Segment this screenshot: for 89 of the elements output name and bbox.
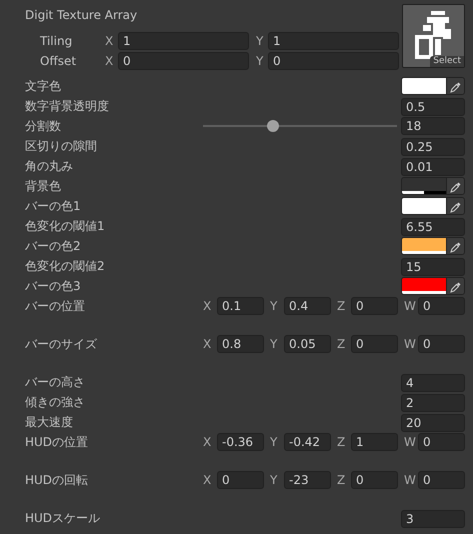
- axis-label: Y: [256, 33, 264, 50]
- color-field[interactable]: [401, 197, 465, 215]
- color-field[interactable]: [401, 177, 465, 195]
- axis-label: W: [404, 434, 417, 451]
- property-label: バーの色1: [25, 198, 81, 215]
- number-field[interactable]: 3: [401, 510, 465, 528]
- axis-label: X: [203, 472, 212, 489]
- row-label: Offset: [40, 53, 78, 70]
- axis-label: X: [203, 336, 212, 353]
- number-field[interactable]: 0.1: [217, 297, 264, 315]
- color-field[interactable]: [401, 237, 465, 255]
- number-field[interactable]: 1: [268, 32, 399, 50]
- property-label: 角の丸み: [25, 158, 73, 175]
- axis-label: X: [203, 298, 212, 315]
- number-field[interactable]: 0.25: [401, 138, 465, 156]
- color-field[interactable]: [401, 77, 465, 95]
- eyedropper-icon: [450, 242, 461, 252]
- axis-label: Y: [256, 53, 264, 70]
- axis-label: X: [203, 434, 212, 451]
- number-field[interactable]: 18: [401, 117, 465, 135]
- row-label: Tiling: [40, 33, 74, 50]
- axis-label: Z: [337, 298, 346, 315]
- number-field[interactable]: 0: [418, 471, 465, 489]
- axis-label: Y: [270, 298, 278, 315]
- color-field[interactable]: [401, 277, 465, 295]
- axis-label: Y: [270, 336, 278, 353]
- texture-label: Digit Texture Array: [25, 7, 138, 24]
- number-field[interactable]: 0: [418, 335, 465, 353]
- property-label: 文字色: [25, 78, 61, 95]
- property-label: 分割数: [25, 118, 61, 135]
- number-field[interactable]: 1: [351, 433, 398, 451]
- eyedropper-button[interactable]: [446, 178, 464, 194]
- axis-label: Z: [337, 434, 346, 451]
- slider-thumb[interactable]: [266, 120, 279, 132]
- number-field[interactable]: 0.01: [401, 158, 465, 176]
- property-label: 最大速度: [25, 414, 73, 431]
- property-label: 色変化の閾値1: [25, 218, 105, 235]
- number-field[interactable]: 0.8: [217, 335, 264, 353]
- number-field[interactable]: 0.4: [284, 297, 331, 315]
- axis-label: W: [404, 472, 417, 489]
- number-field[interactable]: 15: [401, 258, 465, 276]
- number-field[interactable]: 0: [351, 335, 398, 353]
- number-field[interactable]: 0: [418, 433, 465, 451]
- axis-label: X: [105, 33, 114, 50]
- axis-label: Z: [337, 472, 346, 489]
- number-field[interactable]: 1: [118, 32, 249, 50]
- property-label: 色変化の閾値2: [25, 258, 105, 275]
- eyedropper-button[interactable]: [446, 78, 464, 94]
- axis-label: W: [404, 298, 417, 315]
- property-label: 区切りの隙間: [25, 138, 97, 155]
- number-field[interactable]: 6.55: [401, 218, 465, 236]
- number-field[interactable]: -23: [284, 471, 331, 489]
- eyedropper-icon: [450, 202, 461, 212]
- axis-label: X: [105, 53, 114, 70]
- eyedropper-button[interactable]: [446, 198, 464, 214]
- number-field[interactable]: 0: [418, 297, 465, 315]
- number-field[interactable]: 2: [401, 394, 465, 412]
- axis-label: Y: [270, 434, 278, 451]
- property-label: バーの色3: [25, 278, 81, 295]
- eyedropper-button[interactable]: [446, 278, 464, 294]
- select-button[interactable]: Select: [430, 56, 464, 67]
- number-field[interactable]: 0: [268, 52, 399, 70]
- eyedropper-icon: [450, 82, 461, 92]
- number-field[interactable]: 0.05: [284, 335, 331, 353]
- eyedropper-icon: [450, 182, 461, 192]
- property-label: 数字背景透明度: [25, 98, 109, 115]
- number-field[interactable]: 0: [351, 471, 398, 489]
- property-label: 背景色: [25, 178, 61, 195]
- number-field[interactable]: 0: [217, 471, 264, 489]
- property-label: バーの色2: [25, 238, 81, 255]
- axis-label: Y: [270, 472, 278, 489]
- number-field[interactable]: -0.36: [217, 433, 264, 451]
- property-label: バーの高さ: [25, 374, 85, 391]
- number-field[interactable]: 0: [118, 52, 249, 70]
- number-field[interactable]: 4: [401, 374, 465, 392]
- number-field[interactable]: 0.5: [401, 98, 465, 116]
- property-label: 傾きの強さ: [25, 394, 85, 411]
- property-label: HUDスケール: [25, 510, 100, 527]
- number-field[interactable]: -0.42: [284, 433, 331, 451]
- axis-label: W: [404, 336, 417, 353]
- number-field[interactable]: 0: [351, 297, 398, 315]
- property-label: HUDの回転: [25, 472, 88, 489]
- property-label: バーの位置: [25, 298, 85, 315]
- eyedropper-icon: [450, 282, 461, 292]
- property-label: HUDの位置: [25, 434, 88, 451]
- property-label: バーのサイズ: [25, 336, 97, 353]
- eyedropper-button[interactable]: [446, 238, 464, 254]
- axis-label: Z: [337, 336, 346, 353]
- number-field[interactable]: 20: [401, 414, 465, 432]
